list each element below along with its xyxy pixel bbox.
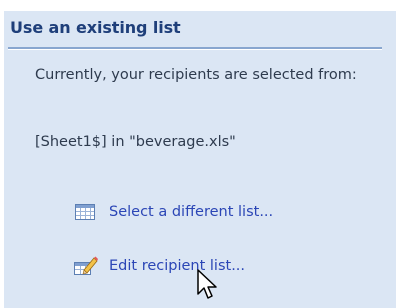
section-divider xyxy=(8,47,382,50)
screenshot-frame: Use an existing list Currently, your rec… xyxy=(0,0,396,308)
edit-recipient-list-label[interactable]: Edit recipient list... xyxy=(109,258,245,274)
pointer-arrow-icon xyxy=(196,268,220,304)
table-icon xyxy=(72,201,98,223)
select-different-list-link[interactable]: Select a different list... xyxy=(72,201,273,223)
recipients-source: [Sheet1$] in "beverage.xls" xyxy=(35,134,236,150)
section-title: Use an existing list xyxy=(10,18,181,37)
edit-list-icon xyxy=(72,255,98,277)
select-different-list-label[interactable]: Select a different list... xyxy=(109,204,273,220)
recipients-description: Currently, your recipients are selected … xyxy=(35,67,357,83)
